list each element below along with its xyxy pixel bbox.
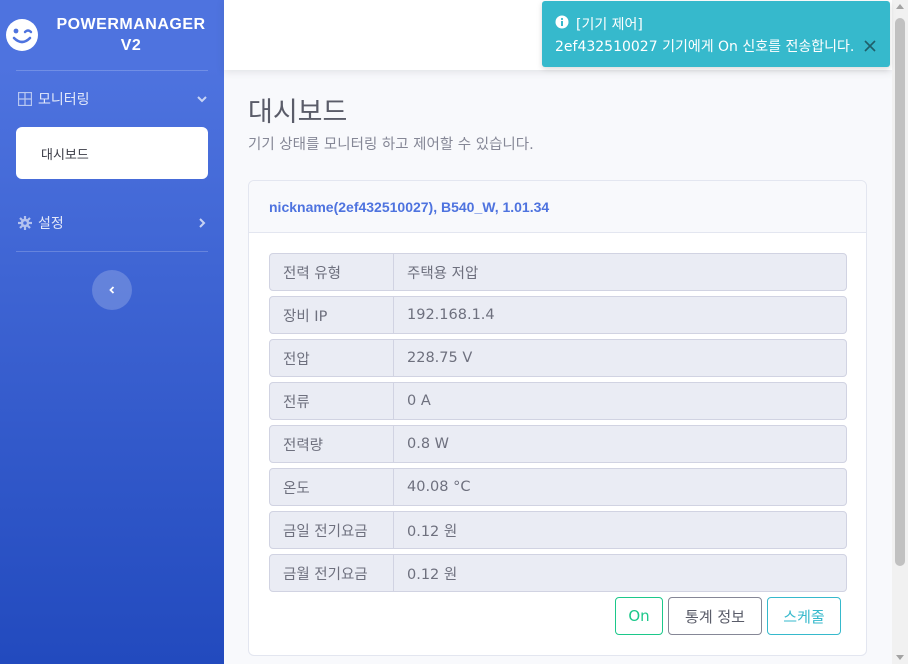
info-row: 금월 전기요금 0.12 원 [269, 554, 847, 592]
info-value: 228.75 V [407, 350, 473, 366]
sidebar-item-settings[interactable]: 설정 [0, 195, 224, 251]
toast-title: [기기 제어] [576, 17, 643, 33]
device-card: nickname(2ef432510027), B540_W, 1.01.34 … [248, 180, 867, 656]
sidebar-toggle-wrap [0, 252, 224, 310]
info-value: 40.08 °C [407, 479, 471, 495]
info-key: 장비 IP [270, 297, 394, 333]
info-key: 온도 [270, 469, 394, 505]
brand-line2: V2 [120, 37, 142, 54]
toast-message: 2ef432510027 기기에게 On 신호를 전송합니다. [555, 39, 855, 55]
scroll-up-arrow-icon[interactable] [896, 4, 904, 9]
info-value: 0.8 W [407, 436, 450, 452]
scroll-down-arrow-icon[interactable] [896, 655, 904, 660]
device-info-list: 전력 유형 주택용 저압 장비 IP 192.168.1.4 전압 228.75… [269, 253, 847, 597]
info-key: 금일 전기요금 [270, 512, 394, 548]
close-icon[interactable] [864, 40, 876, 52]
info-row: 금일 전기요금 0.12 원 [269, 511, 847, 549]
on-button[interactable]: On [615, 597, 663, 635]
info-circle-icon [555, 15, 569, 29]
device-title: nickname(2ef432510027), B540_W, 1.01.34 [269, 198, 550, 215]
info-row: 전력량 0.8 W [269, 425, 847, 463]
info-value: 주택용 저압 [407, 265, 479, 282]
card-header: nickname(2ef432510027), B540_W, 1.01.34 [249, 181, 866, 233]
info-key: 전압 [270, 340, 394, 376]
gear-icon [18, 216, 32, 230]
toast-notification: [기기 제어] 2ef432510027 기기에게 On 신호를 전송합니다. [542, 1, 890, 67]
info-key: 전력량 [270, 426, 394, 462]
smile-wink-icon [6, 19, 38, 51]
scrollbar[interactable] [892, 0, 908, 664]
page-title: 대시보드 [248, 97, 348, 128]
chevron-down-icon [197, 96, 207, 103]
chevron-left-icon [109, 286, 115, 294]
info-row: 온도 40.08 °C [269, 468, 847, 506]
brand-title: POWERMANAGER V2 [52, 14, 224, 56]
stats-button[interactable]: 통계 정보 [668, 597, 762, 635]
sidebar-item-monitoring[interactable]: 모니터링 [0, 71, 224, 127]
info-row: 전력 유형 주택용 저압 [269, 253, 847, 291]
info-value: 0.12 원 [407, 566, 458, 583]
brand-line1: POWERMANAGER [56, 16, 206, 33]
sidebar-item-label: 모니터링 [38, 92, 90, 108]
sidebar-subitem-label: 대시보드 [41, 147, 89, 163]
info-key: 전류 [270, 383, 394, 419]
info-key: 금월 전기요금 [270, 555, 394, 591]
sidebar-item-label: 설정 [38, 216, 64, 232]
info-key: 전력 유형 [270, 254, 394, 290]
info-row: 전압 228.75 V [269, 339, 847, 377]
sidebar: POWERMANAGER V2 모니터링 대시보드 설정 [0, 0, 224, 664]
info-value: 0 A [407, 393, 431, 409]
schedule-button[interactable]: 스케줄 [767, 597, 841, 635]
brand[interactable]: POWERMANAGER V2 [0, 0, 224, 70]
info-row: 장비 IP 192.168.1.4 [269, 296, 847, 334]
sidebar-toggle-button[interactable] [92, 270, 132, 310]
info-value: 0.12 원 [407, 523, 458, 540]
chevron-right-icon [199, 218, 206, 228]
scroll-thumb[interactable] [895, 18, 905, 566]
action-buttons: On 통계 정보 스케줄 [615, 597, 841, 635]
page-subtitle: 기기 상태를 모니터링 하고 제어할 수 있습니다. [248, 137, 534, 153]
sidebar-subitem-dashboard[interactable]: 대시보드 [16, 127, 208, 179]
info-row: 전류 0 A [269, 382, 847, 420]
info-value: 192.168.1.4 [407, 307, 495, 323]
grid-icon [18, 92, 32, 106]
